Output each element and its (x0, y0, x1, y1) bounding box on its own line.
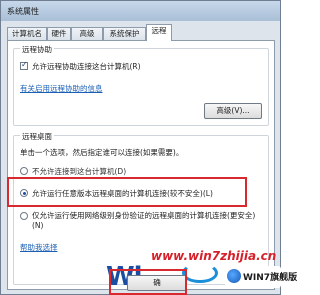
tab-system-protection[interactable]: 系统保护 (103, 27, 146, 40)
advanced-button[interactable]: 高级(V)... (204, 103, 262, 119)
tab-advanced[interactable]: 高级 (71, 27, 103, 40)
radio-no-connections-label: 不允许连接到这台计算机(D) (32, 167, 127, 176)
radio-nla-only-label: 仅允许运行使用网络级别身份验证的远程桌面的计算机连接(更安全)(N) (32, 211, 256, 230)
allow-remote-assistance-label: 允许远程协助连接这台计算机(R) (32, 62, 141, 71)
system-properties-window: 系统属性 计算机名 硬件 高级 系统保护 远程 远程协助 允许远程协助连接这台计… (0, 0, 297, 295)
remote-assistance-group: 远程协助 允许远程协助连接这台计算机(R) 有关启用远程协助的信息 高级(V).… (13, 44, 269, 126)
remote-assistance-help-link[interactable]: 有关启用远程协助的信息 (20, 83, 103, 94)
title-bar: 系统属性 (1, 1, 280, 21)
remote-desktop-group-title: 远程桌面 (20, 131, 54, 142)
watermark-swirl-icon (182, 263, 218, 283)
radio-nla-only[interactable] (20, 212, 28, 220)
windows-logo-icon (227, 269, 241, 283)
watermark-url: www.win7zhijia.cn (151, 249, 277, 263)
help-me-choose-link[interactable]: 帮助我选择 (20, 242, 58, 253)
remote-assistance-group-title: 远程协助 (20, 44, 54, 55)
radio-no-connections[interactable] (20, 167, 28, 175)
tab-remote[interactable]: 远程 (146, 24, 172, 41)
tab-computer-name[interactable]: 计算机名 (7, 27, 47, 40)
highlight-box-option (7, 177, 247, 207)
tab-hardware[interactable]: 硬件 (47, 27, 71, 40)
remote-desktop-instruction: 单击一个选项，然后指定谁可以连接(如果需要)。 (20, 148, 184, 157)
allow-remote-assistance-checkbox[interactable] (20, 60, 28, 70)
highlight-box-ok (109, 269, 187, 295)
watermark-badge-text: WIN7旗舰版 (243, 273, 298, 283)
window-title: 系统属性 (7, 7, 39, 16)
